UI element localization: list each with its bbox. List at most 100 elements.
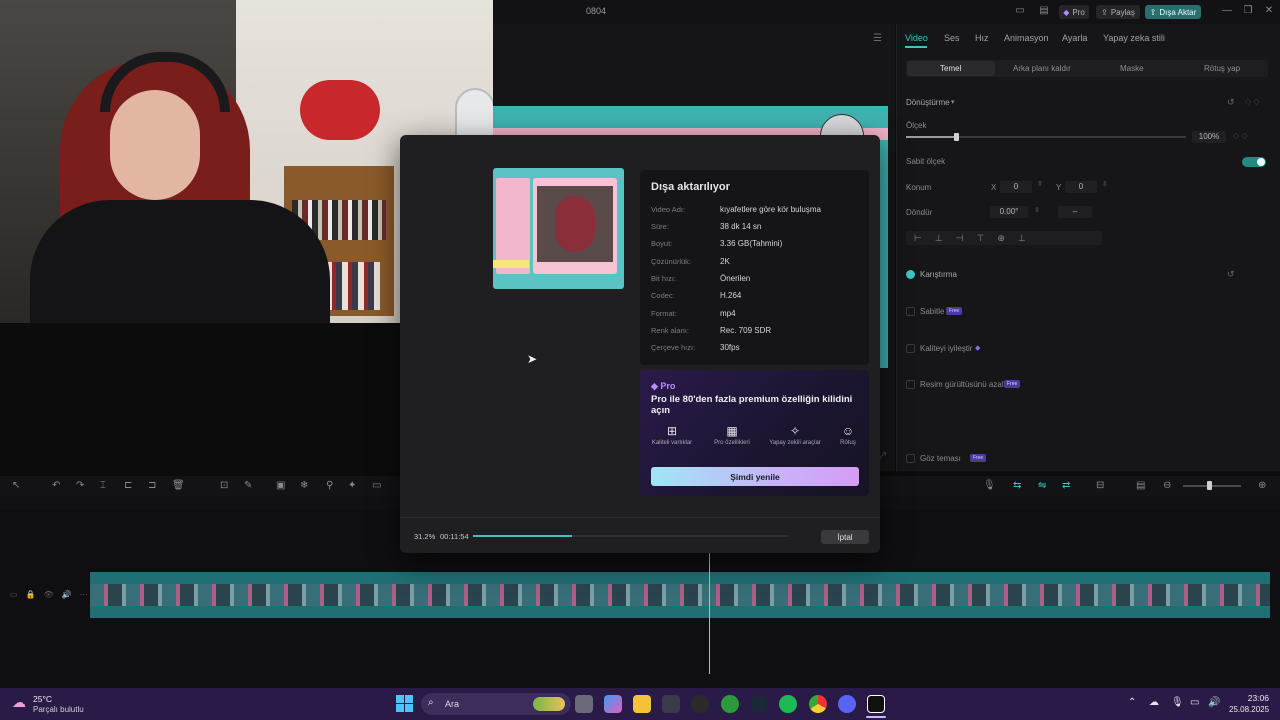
- pro-button[interactable]: ◆ Pro: [1059, 5, 1089, 19]
- github-icon[interactable]: [691, 695, 709, 713]
- keyframe-icon[interactable]: ◇ ◇: [1233, 131, 1248, 140]
- track-controls-icon[interactable]: ▭🔒👁🔊⋯: [10, 590, 96, 599]
- redo-icon[interactable]: ↷: [76, 480, 84, 491]
- weather-temp[interactable]: 25°C: [33, 694, 52, 704]
- position-x-input[interactable]: 0: [1000, 181, 1032, 193]
- stepper-icon[interactable]: ⇳: [1102, 180, 1108, 188]
- subtitle-icon[interactable]: ▤: [1136, 480, 1145, 491]
- magnet-icon[interactable]: ⇋: [1038, 480, 1046, 491]
- person-icon[interactable]: ⚲: [326, 480, 333, 491]
- link-icon[interactable]: ⇆: [1013, 480, 1021, 491]
- reset-icon[interactable]: ↺: [1227, 97, 1235, 108]
- free-badge: Free: [1004, 380, 1021, 388]
- volume-icon[interactable]: 🔊: [1208, 697, 1220, 708]
- info-label: Bit hızı:: [651, 274, 677, 283]
- split-left-icon[interactable]: ⊏: [124, 480, 132, 491]
- weather-icon[interactable]: ☁: [12, 694, 26, 711]
- export-title: Dışa aktarılıyor: [651, 181, 730, 193]
- info-label: Süre:: [651, 222, 669, 231]
- reset-icon[interactable]: ↺: [1227, 269, 1235, 280]
- capcut-icon[interactable]: [867, 695, 885, 713]
- freeze-icon[interactable]: ❄: [300, 480, 308, 491]
- snap-icon[interactable]: ⇄: [1062, 480, 1070, 491]
- close-icon[interactable]: ✕: [1260, 5, 1278, 19]
- store-icon[interactable]: [662, 695, 680, 713]
- subtab-mask[interactable]: Maske: [1120, 64, 1144, 73]
- xbox-icon[interactable]: [721, 695, 739, 713]
- microphone-icon[interactable]: 🎙: [1171, 697, 1184, 708]
- undo-icon[interactable]: ↶: [52, 480, 60, 491]
- layout-icon[interactable]: ▭: [1011, 5, 1029, 19]
- tab-speed[interactable]: Hız: [975, 33, 989, 43]
- cancel-button[interactable]: İptal: [821, 530, 869, 544]
- crop-icon[interactable]: ⊡: [220, 480, 228, 491]
- tab-ai-style[interactable]: Yapay zeka stili: [1103, 33, 1165, 43]
- export-info-card: [640, 170, 869, 365]
- select-tool-icon[interactable]: ↖: [12, 480, 20, 491]
- export-label: Dışa Aktar: [1159, 7, 1197, 17]
- enhance-checkbox[interactable]: [906, 344, 915, 353]
- clock-time[interactable]: 23:06: [1229, 693, 1269, 703]
- split-right-icon[interactable]: ⊐: [148, 480, 156, 491]
- chrome-icon[interactable]: [809, 695, 827, 713]
- magic-icon[interactable]: ✦: [348, 480, 356, 491]
- tab-audio[interactable]: Ses: [944, 33, 960, 43]
- playhead[interactable]: [709, 552, 710, 674]
- stepper-icon[interactable]: ⇳: [1037, 180, 1043, 188]
- pro-tag-label: Pro: [660, 381, 676, 391]
- share-button[interactable]: ⇪ Paylaş: [1096, 5, 1140, 19]
- copilot-icon[interactable]: [604, 695, 622, 713]
- spotify-icon[interactable]: [779, 695, 797, 713]
- keyframe-icon[interactable]: ◇ ◇: [1245, 97, 1260, 106]
- minimize-icon[interactable]: —: [1218, 5, 1236, 19]
- draw-icon[interactable]: ✎: [244, 480, 252, 491]
- caption-icon[interactable]: ▭: [372, 480, 381, 491]
- file-explorer-icon[interactable]: [633, 695, 651, 713]
- rotate-dash[interactable]: –: [1058, 206, 1092, 218]
- menu-icon[interactable]: ☰: [873, 33, 882, 44]
- zoom-slider[interactable]: [1183, 485, 1241, 487]
- denoise-checkbox[interactable]: [906, 380, 915, 389]
- monitor-icon[interactable]: ▭: [1190, 697, 1199, 708]
- subtab-remove-bg[interactable]: Arka planı kaldır: [1013, 64, 1071, 73]
- upgrade-button[interactable]: Şimdi yenile: [651, 467, 859, 486]
- microphone-icon[interactable]: 🎙: [983, 480, 996, 491]
- split-icon[interactable]: ⌶: [100, 480, 106, 491]
- maximize-icon[interactable]: ❐: [1239, 5, 1257, 19]
- zoom-out-icon[interactable]: ⊖: [1163, 480, 1171, 491]
- task-view-icon[interactable]: [575, 695, 593, 713]
- rotate-input[interactable]: 0.00°: [990, 206, 1028, 218]
- zoom-knob[interactable]: [1207, 481, 1212, 490]
- fixed-scale-toggle[interactable]: [1242, 157, 1266, 167]
- zoom-in-icon[interactable]: ⊕: [1258, 480, 1266, 491]
- preview-axis-icon[interactable]: ⊟: [1096, 480, 1104, 491]
- steam-icon[interactable]: [750, 695, 768, 713]
- search-highlight-icon[interactable]: [533, 697, 565, 711]
- position-y-input[interactable]: 0: [1065, 181, 1097, 193]
- clock-date[interactable]: 25.08.2025: [1229, 705, 1269, 714]
- weather-desc[interactable]: Parçalı bulutlu: [33, 705, 84, 714]
- subtab-basic[interactable]: Temel: [940, 64, 961, 73]
- cloud-icon[interactable]: ☁: [1149, 697, 1159, 708]
- windows-start-icon[interactable]: [396, 695, 413, 712]
- panel-icon[interactable]: ▤: [1035, 5, 1053, 19]
- enhance-label: Kaliteyi iyileştir: [920, 344, 973, 353]
- scale-value[interactable]: 100%: [1192, 131, 1226, 143]
- chevron-up-icon[interactable]: ⌃: [1128, 697, 1136, 708]
- tab-video[interactable]: Video: [905, 33, 928, 43]
- blend-checkbox[interactable]: [906, 270, 915, 279]
- tab-adjust[interactable]: Ayarla: [1062, 33, 1087, 43]
- tab-animation[interactable]: Animasyon: [1004, 33, 1049, 43]
- export-button[interactable]: ⇧ Dışa Aktar: [1145, 5, 1201, 19]
- scale-slider-knob[interactable]: [954, 133, 959, 141]
- media-icon[interactable]: ▣: [276, 480, 285, 491]
- subtab-retouch[interactable]: Rötuş yap: [1204, 64, 1240, 73]
- eye-contact-checkbox[interactable]: [906, 454, 915, 463]
- chevron-down-icon[interactable]: ▾: [951, 98, 955, 106]
- stepper-icon[interactable]: ⇳: [1034, 206, 1040, 214]
- align-icon[interactable]: ⊢⊥⊣⊤⊕⊥: [914, 233, 1039, 244]
- discord-icon[interactable]: [838, 695, 856, 713]
- stabilize-checkbox[interactable]: [906, 307, 915, 316]
- info-label: Çözünürlük:: [651, 257, 692, 266]
- delete-icon[interactable]: 🗑: [172, 480, 185, 491]
